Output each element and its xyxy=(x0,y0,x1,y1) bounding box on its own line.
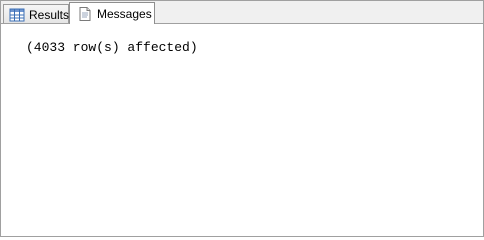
query-output-pane: Results Messages (4033 row(s) affected) xyxy=(0,0,484,237)
tab-messages[interactable]: Messages xyxy=(69,2,155,24)
grid-icon xyxy=(9,7,25,23)
message-output-text: (4033 row(s) affected) xyxy=(26,40,198,55)
messages-panel: (4033 row(s) affected) xyxy=(1,24,483,236)
tab-results[interactable]: Results xyxy=(3,4,69,24)
result-tabstrip: Results Messages xyxy=(1,1,483,24)
tab-results-label: Results xyxy=(29,7,70,22)
message-document-icon xyxy=(77,6,93,22)
tab-messages-label: Messages xyxy=(97,6,152,21)
